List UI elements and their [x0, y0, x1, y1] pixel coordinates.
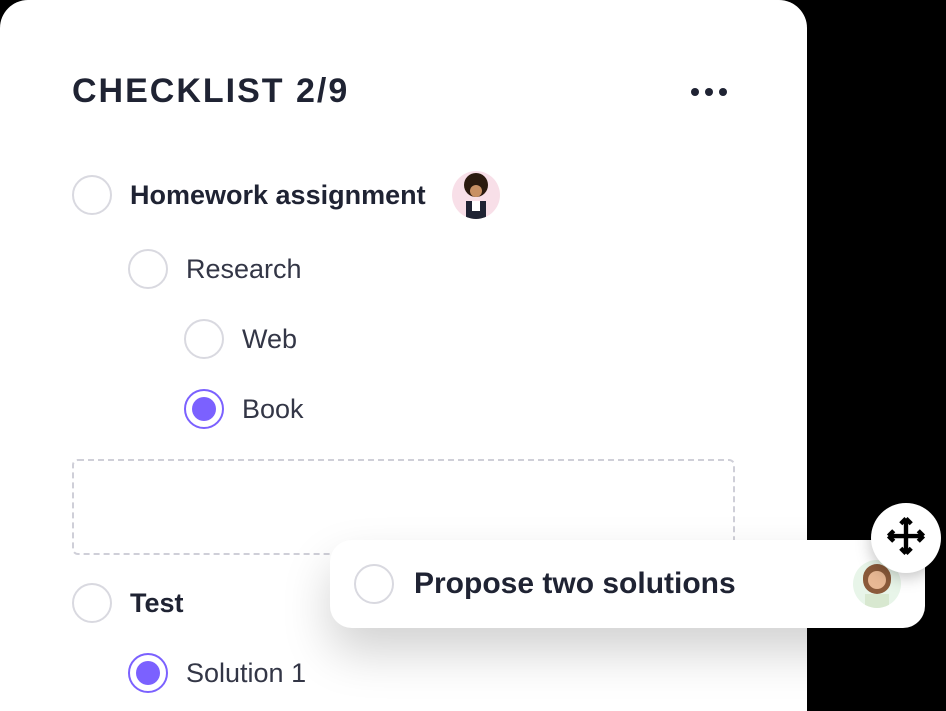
- move-icon: [885, 515, 927, 562]
- item-label: Homework assignment: [130, 180, 426, 211]
- checklist-item-research[interactable]: Research: [72, 249, 735, 289]
- more-menu-button[interactable]: [683, 80, 735, 104]
- checklist-item-book[interactable]: Book: [72, 389, 735, 429]
- drag-handle[interactable]: [871, 503, 941, 573]
- card-header: CHECKLIST 2/9: [72, 72, 735, 111]
- checkbox-book[interactable]: [184, 389, 224, 429]
- avatar[interactable]: [452, 171, 500, 219]
- item-label: Research: [186, 254, 302, 285]
- item-label: Solution 1: [186, 658, 306, 689]
- checkbox-test[interactable]: [72, 583, 112, 623]
- checkbox-research[interactable]: [128, 249, 168, 289]
- checkbox-solution1[interactable]: [128, 653, 168, 693]
- item-label: Book: [242, 394, 304, 425]
- dragged-checklist-item[interactable]: Propose two solutions: [330, 540, 925, 628]
- checklist-item-web[interactable]: Web: [72, 319, 735, 359]
- checkbox-web[interactable]: [184, 319, 224, 359]
- item-label: Test: [130, 588, 184, 619]
- checkbox-homework[interactable]: [72, 175, 112, 215]
- checklist-item-solution1[interactable]: Solution 1: [72, 653, 735, 693]
- item-label: Web: [242, 324, 297, 355]
- checklist-item-homework[interactable]: Homework assignment: [72, 171, 735, 219]
- item-label: Propose two solutions: [414, 567, 736, 601]
- checklist-title: CHECKLIST 2/9: [72, 72, 349, 111]
- checkbox-propose[interactable]: [354, 564, 394, 604]
